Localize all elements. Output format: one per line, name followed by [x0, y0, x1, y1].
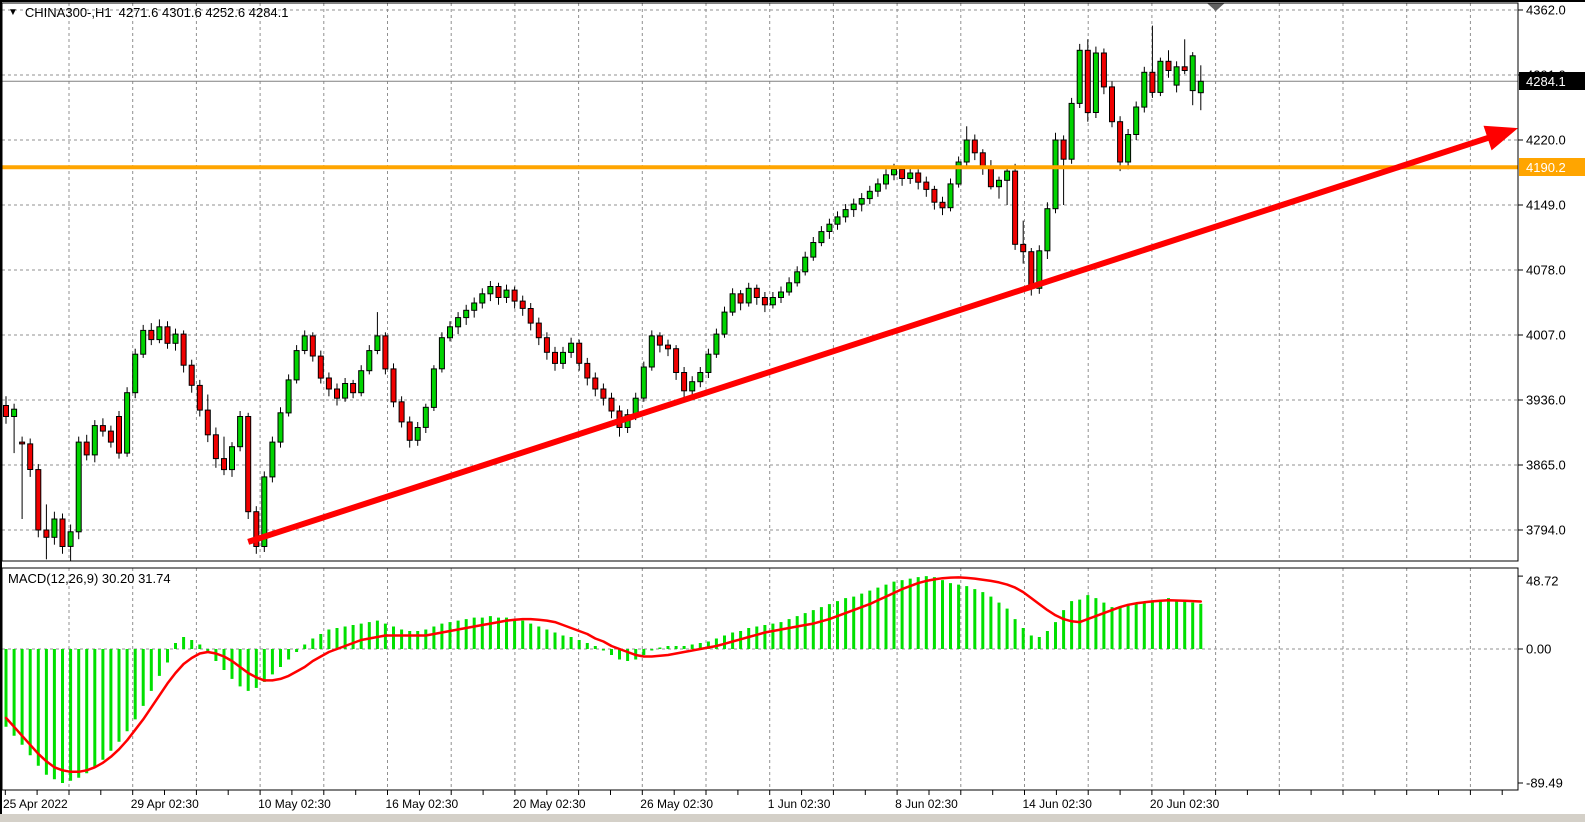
trading-chart-window: 4362.04291.04220.04149.04078.04007.03936… [0, 0, 1585, 822]
svg-text:29 Apr 02:30: 29 Apr 02:30 [131, 797, 199, 811]
horizontal-gridlines [2, 10, 1518, 649]
svg-text:4007.0: 4007.0 [1526, 328, 1566, 343]
trend-arrow[interactable] [248, 126, 1518, 542]
chart-title-bar: ▼ CHINA300-,H1 4271.6 4301.6 4252.6 4284… [8, 5, 289, 20]
svg-text:3865.0: 3865.0 [1526, 458, 1566, 473]
vertical-gridlines [69, 3, 1470, 790]
svg-text:4362.0: 4362.0 [1526, 3, 1566, 18]
svg-text:-89.49: -89.49 [1526, 776, 1563, 791]
svg-text:48.72: 48.72 [1526, 574, 1559, 589]
price-chart-canvas[interactable]: 4362.04291.04220.04149.04078.04007.03936… [0, 0, 1585, 822]
current-price-badge: 4284.1 [1519, 72, 1585, 90]
svg-text:1 Jun 02:30: 1 Jun 02:30 [768, 797, 831, 811]
symbol-dropdown-icon[interactable]: ▼ [8, 8, 18, 18]
window-top-border [0, 0, 1585, 2]
svg-text:25 Apr 2022: 25 Apr 2022 [3, 797, 68, 811]
macd-axis[interactable]: 48.72 0.00 -89.49 [1518, 574, 1563, 791]
candlesticks-layer[interactable] [4, 26, 1204, 562]
svg-text:26 May 02:30: 26 May 02:30 [640, 797, 713, 811]
svg-text:14 Jun 02:30: 14 Jun 02:30 [1023, 797, 1093, 811]
ohlc-values: 4271.6 4301.6 4252.6 4284.1 [119, 5, 289, 20]
svg-text:20 May 02:30: 20 May 02:30 [513, 797, 586, 811]
alert-price-badge: 4190.2 [1519, 158, 1585, 176]
svg-text:8 Jun 02:30: 8 Jun 02:30 [895, 797, 958, 811]
macd-indicator-label: MACD(12,26,9) 30.20 31.74 [8, 571, 171, 586]
svg-text:4078.0: 4078.0 [1526, 263, 1566, 278]
time-axis[interactable]: 25 Apr 2022 29 Apr 02:30 10 May 02:30 16 Ma… [3, 790, 1502, 811]
macd-histogram [6, 576, 1201, 783]
svg-text:3794.0: 3794.0 [1526, 523, 1566, 538]
svg-text:10 May 02:30: 10 May 02:30 [258, 797, 331, 811]
macd-signal-line [6, 577, 1201, 771]
svg-text:4149.0: 4149.0 [1526, 198, 1566, 213]
svg-text:0.00: 0.00 [1526, 642, 1551, 657]
svg-text:3936.0: 3936.0 [1526, 393, 1566, 408]
panel-borders [2, 3, 1518, 790]
symbol-timeframe-label: CHINA300-,H1 [25, 5, 112, 20]
svg-text:16 May 02:30: 16 May 02:30 [386, 797, 459, 811]
svg-text:20 Jun 02:30: 20 Jun 02:30 [1150, 797, 1220, 811]
window-left-border [0, 0, 2, 814]
svg-text:4220.0: 4220.0 [1526, 133, 1566, 148]
taskbar-strip [0, 814, 1585, 822]
